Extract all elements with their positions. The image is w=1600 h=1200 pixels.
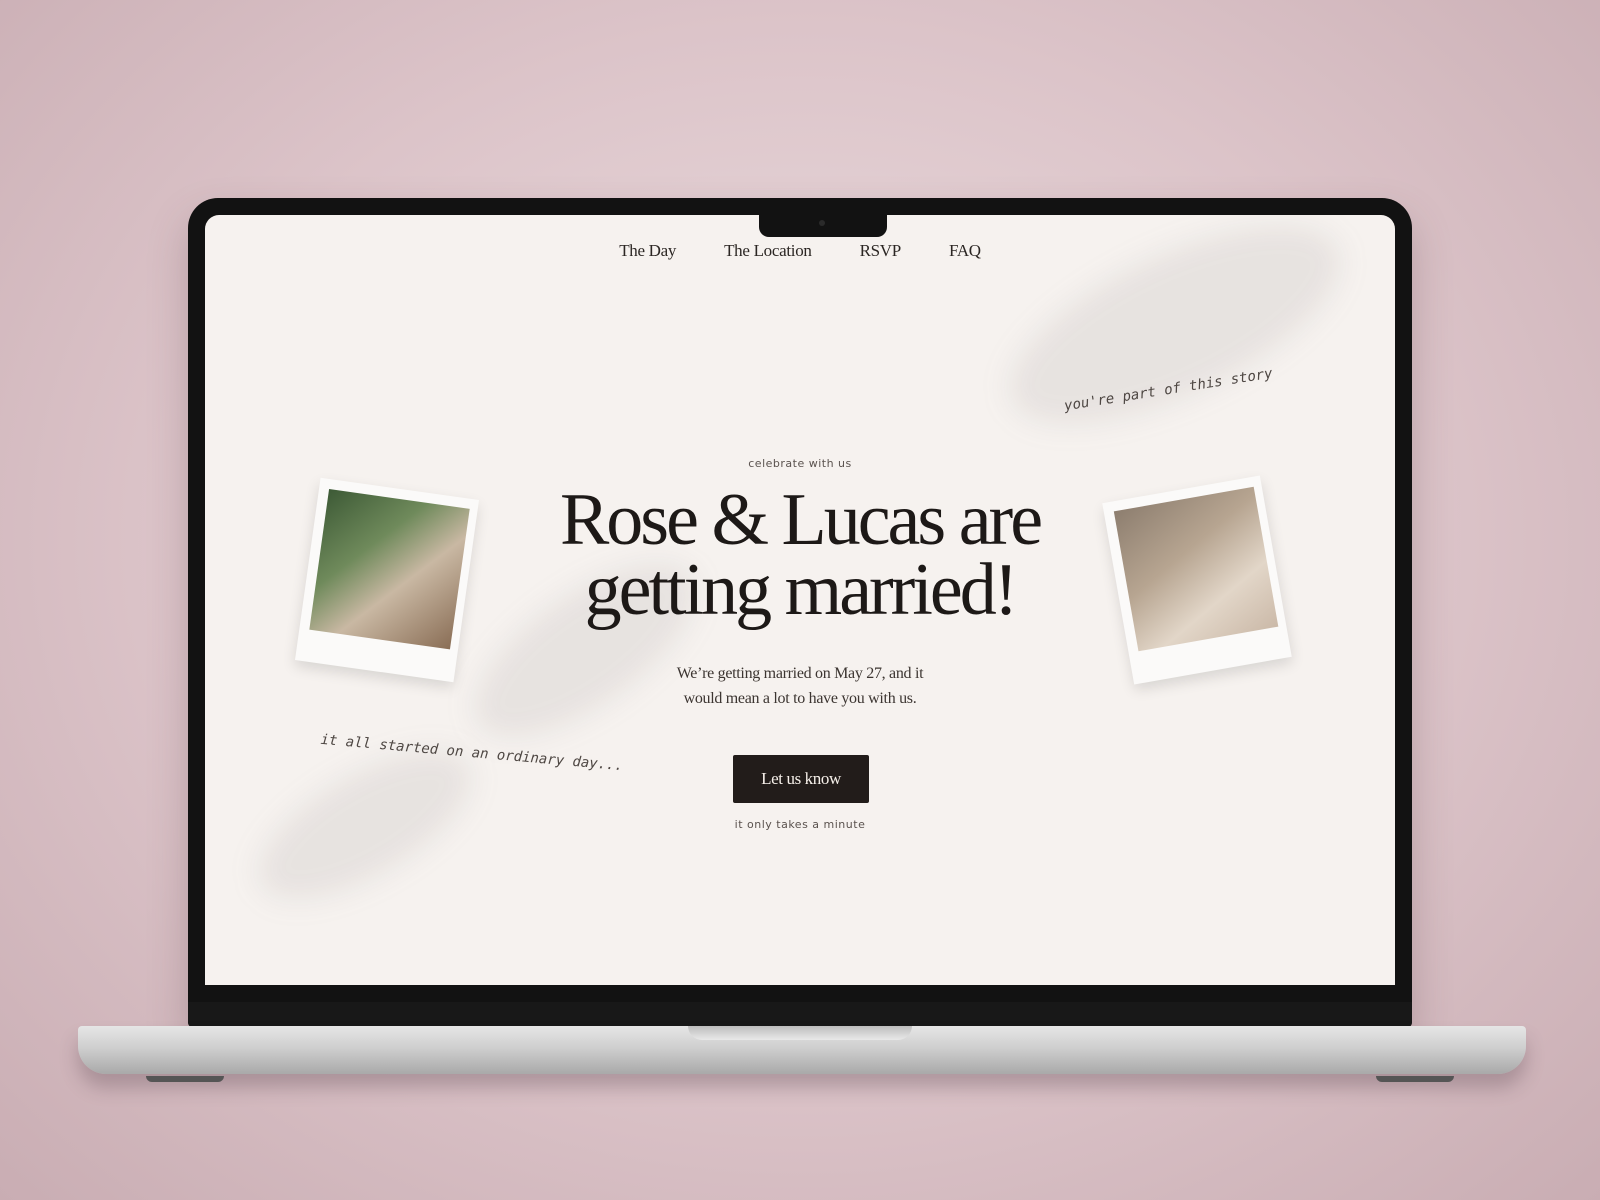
- main-nav: The Day The Location RSVP FAQ: [205, 241, 1395, 261]
- nav-rsvp[interactable]: RSVP: [860, 241, 902, 261]
- laptop-foot-right: [1376, 1076, 1454, 1082]
- screen-bezel-bottom: [188, 1002, 1412, 1028]
- rsvp-button[interactable]: Let us know: [733, 755, 869, 803]
- nav-the-day[interactable]: The Day: [619, 241, 676, 261]
- cta-note: it only takes a minute: [734, 818, 866, 831]
- lid-opening-groove: [688, 1026, 912, 1040]
- camera-icon: [819, 220, 825, 226]
- hero-headline: Rose & Lucas are getting married!: [205, 483, 1395, 627]
- laptop-lid: The Day The Location RSVP FAQ you're par…: [188, 198, 1412, 1028]
- nav-the-location[interactable]: The Location: [724, 241, 812, 261]
- headline-line-2: getting married!: [584, 549, 1019, 631]
- hero-subtext: We’re getting married on May 27, and it …: [676, 665, 924, 707]
- nav-faq[interactable]: FAQ: [949, 241, 981, 261]
- hero-eyebrow: celebrate with us: [748, 457, 852, 470]
- website-screen: The Day The Location RSVP FAQ you're par…: [205, 215, 1395, 985]
- laptop-base: [78, 1026, 1526, 1074]
- laptop-foot-left: [146, 1076, 224, 1082]
- camera-notch: [759, 215, 887, 237]
